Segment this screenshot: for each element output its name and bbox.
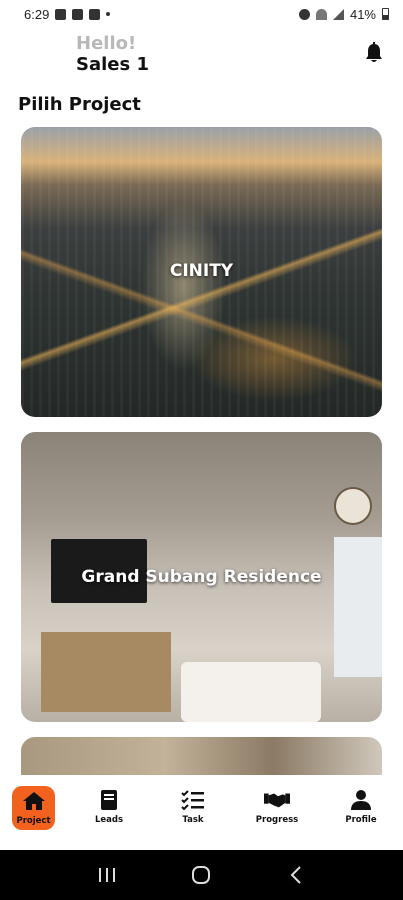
bottom-nav: Project Leads Task Progress Profile [0, 775, 403, 850]
bag-icon [89, 8, 101, 20]
nav-label: Task [182, 815, 204, 825]
nav-item-profile[interactable]: Profile [331, 788, 391, 825]
checklist-icon [180, 788, 206, 812]
handshake-icon [264, 788, 290, 812]
nav-label: Leads [94, 815, 124, 825]
person-icon [348, 788, 374, 812]
home-button-icon[interactable] [186, 860, 216, 890]
recent-apps-icon[interactable] [92, 860, 122, 890]
status-right: 41% [298, 6, 389, 22]
signal-icon [332, 8, 344, 20]
book-icon [96, 788, 122, 812]
section-title: Pilih Project [18, 94, 141, 115]
system-nav-bar [0, 850, 403, 900]
more-notifications-icon [106, 12, 111, 16]
nav-label: Project [16, 816, 51, 826]
nav-item-project[interactable]: Project [12, 786, 55, 830]
nav-item-task[interactable]: Task [163, 788, 223, 825]
cabinet-image [41, 632, 171, 712]
greeting-text: Hello! [76, 33, 137, 54]
project-card-grand-subang[interactable]: Grand Subang Residence [21, 432, 382, 722]
wifi-icon [315, 8, 327, 20]
header: Hello! Sales 1 [76, 34, 149, 76]
gallery-icon [55, 8, 67, 20]
username-text: Sales 1 [76, 54, 149, 75]
status-bar: 6:29 41% [0, 0, 403, 28]
window-image [334, 537, 382, 677]
notification-bell-icon[interactable] [364, 42, 384, 64]
project-card-cinity[interactable]: CINITY [21, 127, 382, 417]
battery-percent: 41% [349, 6, 376, 22]
sofa-image [181, 662, 321, 722]
battery-icon [382, 8, 389, 20]
status-time: 6:29 [24, 6, 50, 22]
alarm-icon [298, 8, 310, 20]
status-left: 6:29 [24, 6, 111, 22]
clipboard-icon [72, 8, 84, 20]
project-name: Grand Subang Residence [81, 567, 322, 587]
nav-label: Progress [255, 815, 299, 825]
back-icon[interactable] [281, 860, 311, 890]
project-name: CINITY [169, 261, 234, 281]
nav-item-leads[interactable]: Leads [79, 788, 139, 825]
wall-clock-image [334, 487, 372, 525]
nav-label: Profile [345, 815, 377, 825]
home-icon [21, 789, 47, 813]
nav-item-progress[interactable]: Progress [247, 788, 307, 825]
